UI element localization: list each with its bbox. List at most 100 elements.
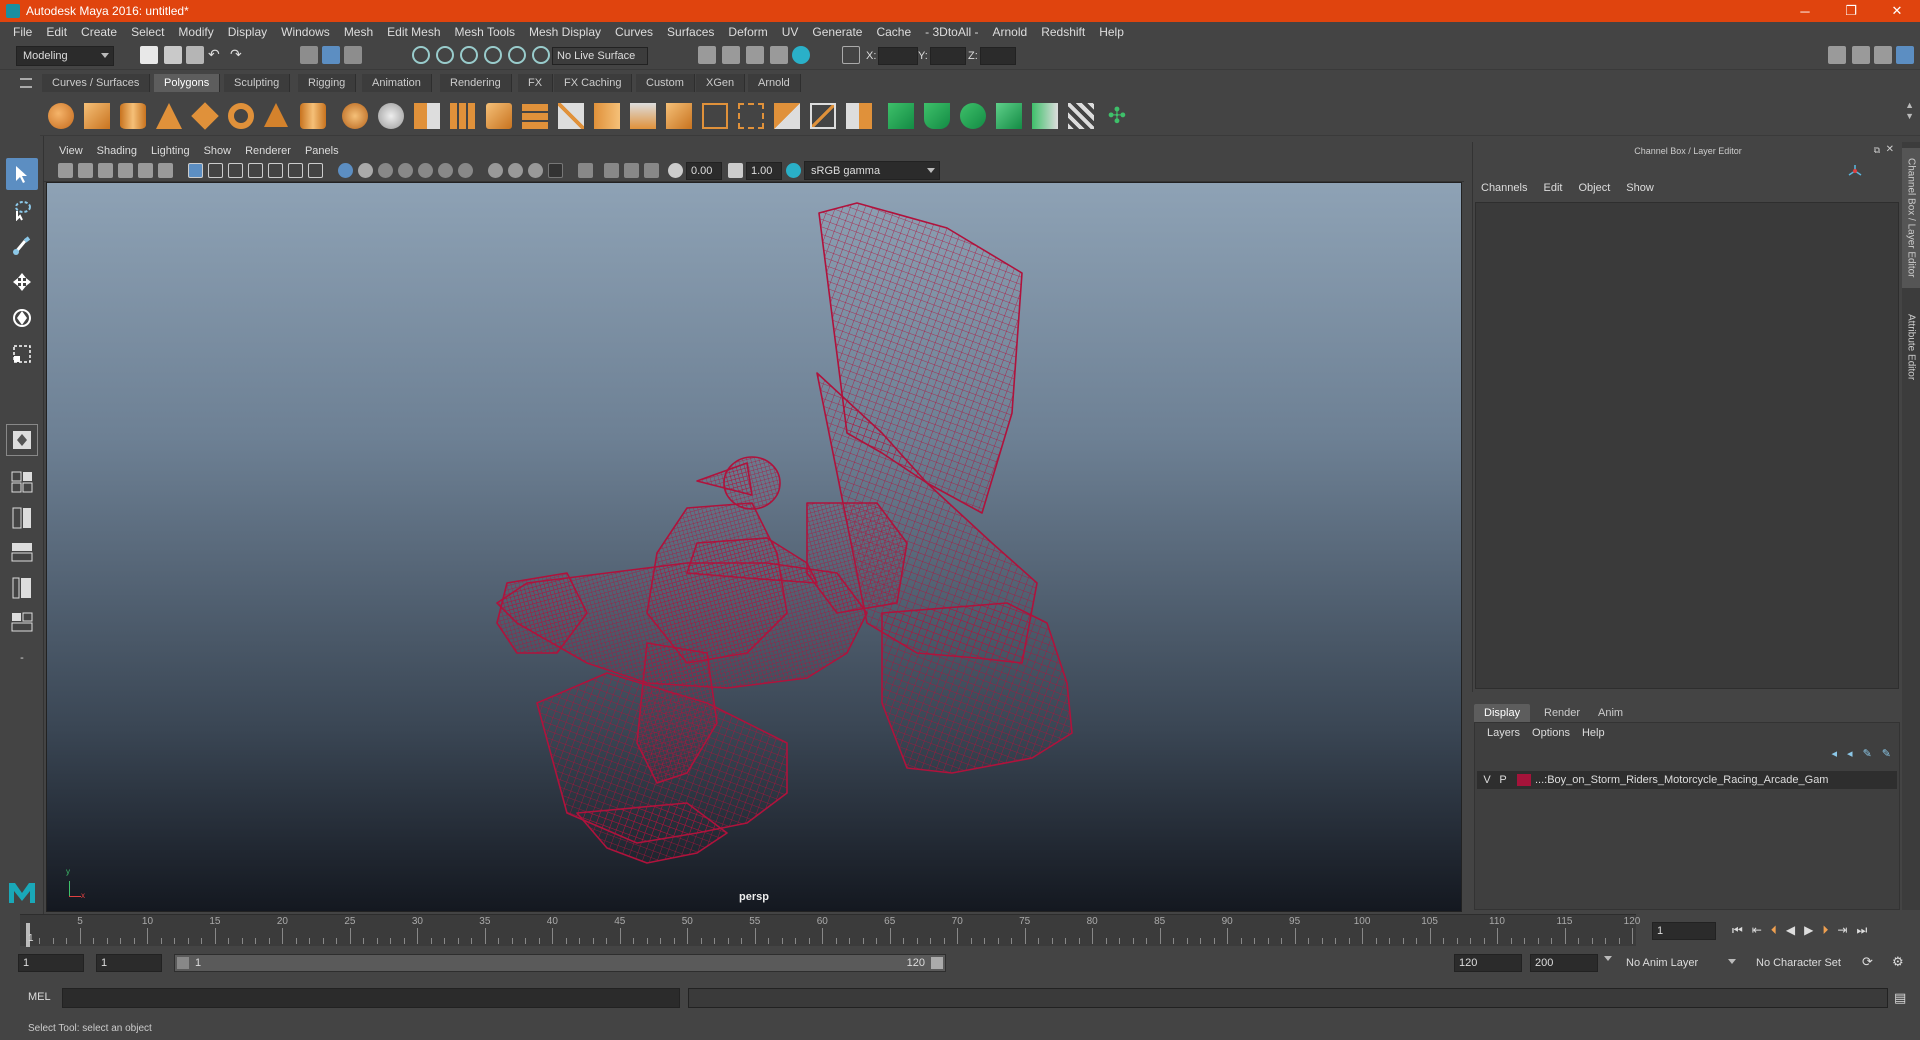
play-backward-icon[interactable]: ◀ bbox=[1786, 923, 1795, 938]
uv-editor-icon[interactable] bbox=[1032, 103, 1058, 129]
poly-sphere-icon[interactable] bbox=[48, 103, 74, 129]
xray-active-icon[interactable] bbox=[624, 163, 639, 178]
select-component-icon[interactable] bbox=[344, 46, 362, 64]
menu-mesh-tools[interactable]: Mesh Tools bbox=[448, 25, 522, 39]
move-tool-icon[interactable] bbox=[6, 266, 38, 298]
modeling-toolkit-icon[interactable] bbox=[1828, 46, 1846, 64]
layer-row[interactable]: V P ...:Boy_on_Storm_Riders_Motorcycle_R… bbox=[1477, 771, 1897, 789]
undo-icon[interactable]: ↶ bbox=[208, 46, 226, 64]
xray-icon[interactable] bbox=[604, 163, 619, 178]
tab-animation[interactable]: Animation bbox=[362, 74, 432, 92]
current-frame-field[interactable]: 1 bbox=[1652, 922, 1716, 940]
snap-live-icon[interactable] bbox=[508, 46, 526, 64]
range-slider[interactable]: 1 120 bbox=[174, 954, 946, 972]
playback-end-field[interactable]: 120 bbox=[1454, 954, 1522, 972]
sidetab-attribute-editor[interactable]: Attribute Editor bbox=[1902, 302, 1920, 392]
poly-cube-icon[interactable] bbox=[84, 103, 110, 129]
x-field[interactable] bbox=[878, 47, 918, 65]
poly-torus-icon[interactable] bbox=[228, 103, 254, 129]
default-material-icon[interactable] bbox=[378, 163, 393, 178]
close-button[interactable]: ✕ bbox=[1874, 0, 1920, 22]
bevel-icon[interactable] bbox=[594, 103, 620, 129]
tab-fx-caching[interactable]: FX Caching bbox=[554, 74, 633, 92]
layer-visibility-toggle[interactable]: V bbox=[1481, 774, 1493, 786]
bridge-icon[interactable] bbox=[558, 103, 584, 129]
step-forward-key-icon[interactable]: ⇥ bbox=[1837, 923, 1847, 938]
menu-3dtoall[interactable]: - 3DtoAll - bbox=[918, 25, 985, 39]
poly-plane-icon[interactable] bbox=[191, 102, 219, 130]
select-hierarchy-icon[interactable] bbox=[300, 46, 318, 64]
save-scene-icon[interactable] bbox=[186, 46, 204, 64]
make-hole-icon[interactable] bbox=[846, 103, 872, 129]
viewport-menu-show[interactable]: Show bbox=[197, 145, 239, 157]
insert-edge-loop-icon[interactable] bbox=[738, 103, 764, 129]
automatic-mapping-icon[interactable] bbox=[996, 103, 1022, 129]
gamma-field[interactable]: 1.00 bbox=[746, 162, 782, 180]
viewport-menu-renderer[interactable]: Renderer bbox=[238, 145, 298, 157]
layer-color-swatch[interactable] bbox=[1517, 774, 1531, 786]
anim-layer-dropdown[interactable]: No Anim Layer bbox=[1620, 953, 1740, 973]
shelf-menu-icon[interactable] bbox=[20, 78, 32, 88]
view-transform-dropdown[interactable]: sRGB gamma bbox=[804, 161, 940, 180]
menu-help[interactable]: Help bbox=[1092, 25, 1131, 39]
target-weld-icon[interactable] bbox=[810, 103, 836, 129]
cylindrical-mapping-icon[interactable] bbox=[924, 103, 950, 129]
range-options-icon[interactable] bbox=[1604, 956, 1612, 961]
xray-joints-icon[interactable] bbox=[644, 163, 659, 178]
tab-custom[interactable]: Custom bbox=[636, 74, 695, 92]
mirror-icon[interactable] bbox=[486, 103, 512, 129]
menu-windows[interactable]: Windows bbox=[274, 25, 337, 39]
transform-mode-icon[interactable] bbox=[842, 46, 860, 64]
tool-settings-toggle-icon[interactable] bbox=[1874, 46, 1892, 64]
tab-sculpting[interactable]: Sculpting bbox=[224, 74, 291, 92]
step-forward-frame-icon[interactable]: ⏵ bbox=[1822, 923, 1828, 938]
exposure-field[interactable]: 0.00 bbox=[686, 162, 722, 180]
select-camera-icon[interactable] bbox=[58, 163, 73, 178]
hypershade-icon[interactable] bbox=[792, 46, 810, 64]
menu-generate[interactable]: Generate bbox=[805, 25, 869, 39]
snap-curve-icon[interactable] bbox=[436, 46, 454, 64]
motion-blur-icon[interactable] bbox=[508, 163, 523, 178]
single-view-layout-icon[interactable] bbox=[6, 424, 38, 456]
tab-render[interactable]: Render bbox=[1534, 704, 1590, 722]
wireframe-on-shaded-icon[interactable] bbox=[398, 163, 413, 178]
edit-menu[interactable]: Edit bbox=[1535, 182, 1570, 194]
step-back-frame-icon[interactable]: ⏴ bbox=[1771, 923, 1777, 938]
gate-mask-icon[interactable] bbox=[248, 163, 263, 178]
select-object-icon[interactable] bbox=[322, 46, 340, 64]
rotate-tool-icon[interactable] bbox=[6, 302, 38, 334]
channel-list[interactable] bbox=[1475, 202, 1899, 689]
poly-pipe-icon[interactable] bbox=[300, 103, 326, 129]
more-layouts-icon[interactable]: - bbox=[6, 642, 38, 674]
gamma-icon[interactable] bbox=[728, 163, 743, 178]
exposure-icon[interactable] bbox=[668, 163, 683, 178]
command-language-label[interactable]: MEL bbox=[28, 991, 51, 1003]
ipr-render-icon[interactable] bbox=[746, 46, 764, 64]
tab-rigging[interactable]: Rigging bbox=[298, 74, 357, 92]
menu-edit[interactable]: Edit bbox=[39, 25, 74, 39]
wireframe-icon[interactable] bbox=[338, 163, 353, 178]
paint-select-tool-icon[interactable] bbox=[6, 230, 38, 262]
depth-of-field-icon[interactable] bbox=[548, 163, 563, 178]
animation-start-field[interactable]: 1 bbox=[18, 954, 84, 972]
image-plane-icon[interactable] bbox=[118, 163, 133, 178]
animation-preferences-icon[interactable]: ⚙ bbox=[1892, 954, 1904, 970]
resolution-gate-icon[interactable] bbox=[228, 163, 243, 178]
menu-deform[interactable]: Deform bbox=[721, 25, 774, 39]
render-frame-icon[interactable] bbox=[722, 46, 740, 64]
help-menu[interactable]: Help bbox=[1576, 727, 1611, 739]
extrude-icon[interactable] bbox=[522, 103, 548, 129]
snap-projected-icon[interactable] bbox=[532, 46, 550, 64]
close-panel-icon[interactable]: ✕ bbox=[1886, 144, 1894, 155]
tab-anim[interactable]: Anim bbox=[1588, 704, 1633, 722]
minimize-button[interactable]: ─ bbox=[1782, 0, 1828, 22]
channel-box-toggle-icon[interactable] bbox=[1896, 46, 1914, 64]
menu-surfaces[interactable]: Surfaces bbox=[660, 25, 721, 39]
viewport-menu-lighting[interactable]: Lighting bbox=[144, 145, 197, 157]
render-settings-icon[interactable] bbox=[770, 46, 788, 64]
checker-icon[interactable] bbox=[1068, 103, 1094, 129]
character-set-dropdown[interactable]: No Character Set bbox=[1750, 953, 1870, 973]
attribute-editor-toggle-icon[interactable] bbox=[1852, 46, 1870, 64]
script-editor-icon[interactable]: ▤ bbox=[1894, 990, 1906, 1006]
camera-attributes-icon[interactable] bbox=[78, 163, 93, 178]
